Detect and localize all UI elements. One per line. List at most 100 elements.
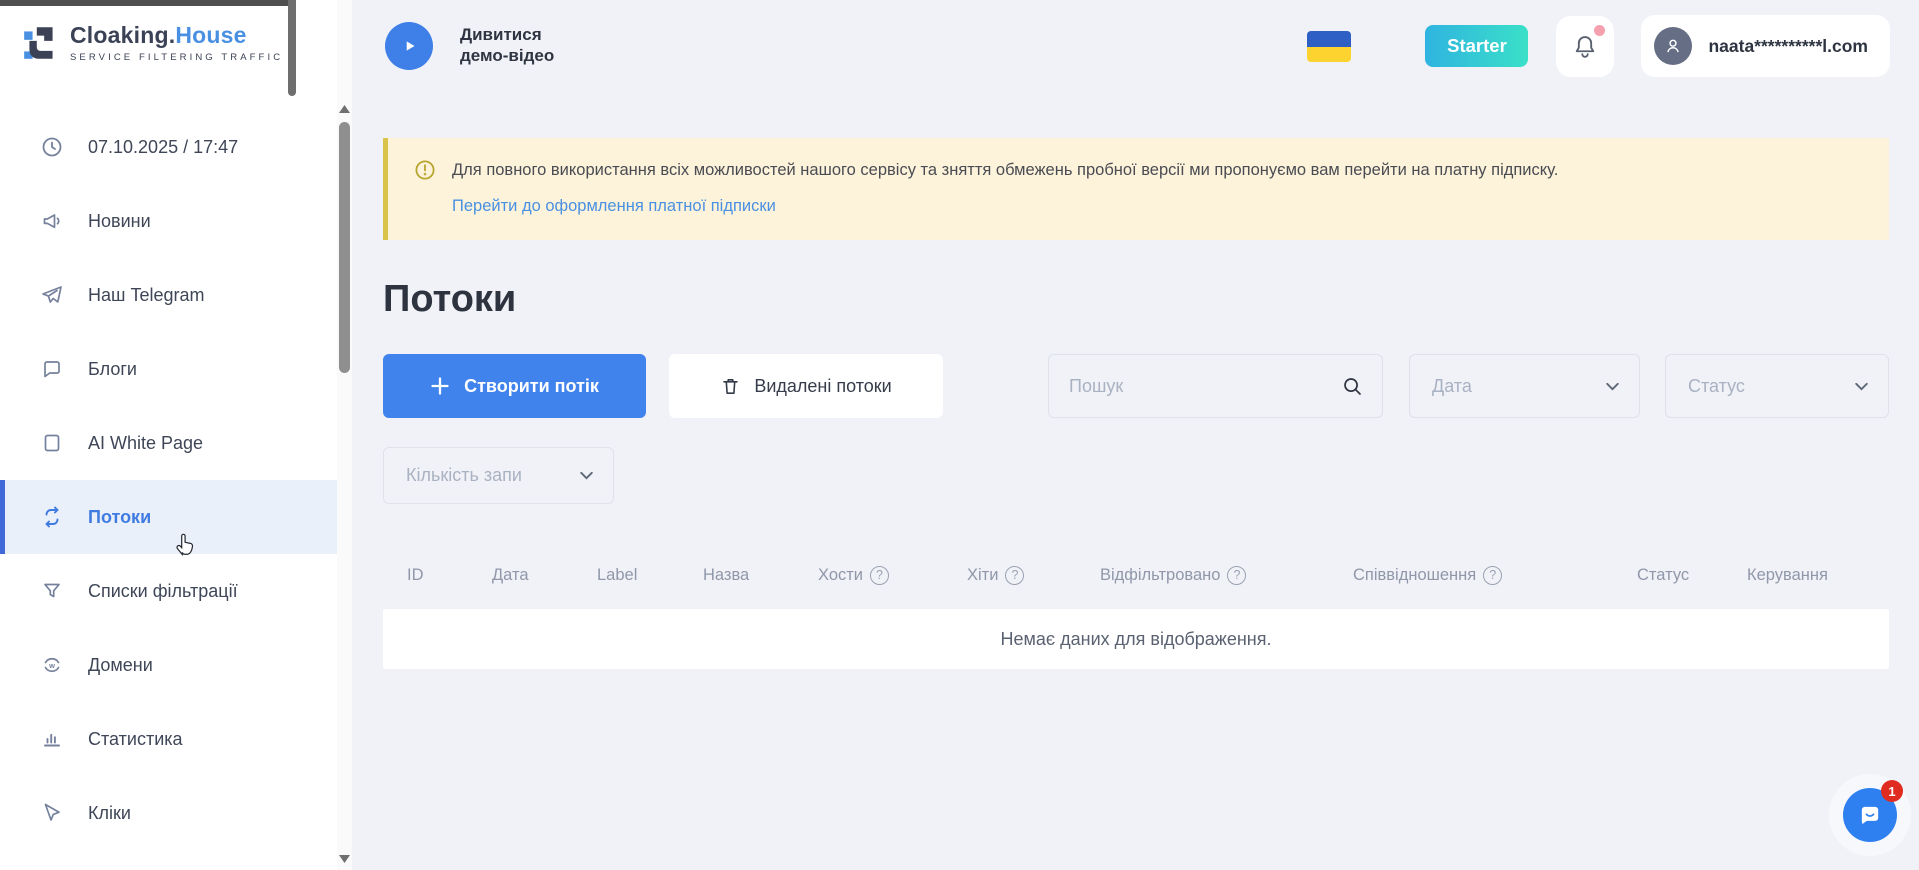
- sidebar-item-label: Статистика: [88, 729, 183, 750]
- sidebar-item-flows[interactable]: Потоки: [0, 480, 337, 554]
- sidebar-item-label: 07.10.2025 / 17:47: [88, 137, 238, 158]
- trash-icon: [720, 376, 741, 397]
- flag-yellow-stripe: [1307, 47, 1351, 62]
- domains-icon: w: [40, 653, 64, 677]
- help-icon[interactable]: ?: [1005, 566, 1024, 585]
- cursor-icon: [40, 801, 64, 825]
- chat-bubble-icon: [40, 357, 64, 381]
- content: Для повного використання всіх можливосте…: [352, 138, 1919, 669]
- empty-state-text: Немає даних для відображення.: [1001, 629, 1272, 650]
- brand-logo-icon: [21, 23, 61, 63]
- brand-tagline: SERVICE FILTERING TRAFFIC: [70, 52, 283, 63]
- scroll-up-arrow-icon[interactable]: [337, 102, 352, 116]
- telegram-icon: [40, 283, 64, 307]
- create-flow-label: Створити потік: [464, 376, 599, 397]
- scroll-down-arrow-icon[interactable]: [337, 852, 352, 866]
- sidebar-item-label: Блоги: [88, 359, 137, 380]
- date-filter-value: Дата: [1432, 376, 1472, 397]
- chevron-down-icon: [1604, 378, 1621, 395]
- per-page-select[interactable]: Кількість запи: [383, 447, 614, 504]
- brand-name: Cloaking.: [70, 22, 175, 48]
- bar-chart-icon: [40, 727, 64, 751]
- person-icon: [1662, 35, 1684, 57]
- sidebar-item-label: Наш Telegram: [88, 285, 204, 306]
- sidebar-item-blogs[interactable]: Блоги: [0, 332, 337, 406]
- help-icon[interactable]: ?: [870, 566, 889, 585]
- sidebar-item-statistics[interactable]: Статистика: [0, 702, 337, 776]
- table-header: ID Дата Label Назва Хости? Хіти? Відфіль…: [383, 554, 1889, 596]
- sidebar-item-telegram[interactable]: Наш Telegram: [0, 258, 337, 332]
- notifications-button[interactable]: [1556, 16, 1614, 77]
- column-header-manage: Керування: [1747, 566, 1889, 585]
- sidebar-item-domains[interactable]: w Домени: [0, 628, 337, 702]
- help-icon[interactable]: ?: [1483, 566, 1502, 585]
- upgrade-subscription-link[interactable]: Перейти до оформлення платної підписки: [452, 197, 776, 216]
- sidebar-item-news[interactable]: Новини: [0, 184, 337, 258]
- deleted-flows-label: Видалені потоки: [754, 376, 891, 397]
- plus-icon: [430, 376, 450, 396]
- search-input[interactable]: [1069, 376, 1341, 397]
- chat-widget-icon: [1856, 801, 1884, 829]
- flag-blue-stripe: [1307, 31, 1351, 47]
- date-filter-select[interactable]: Дата: [1409, 354, 1640, 418]
- trial-warning-banner: Для повного використання всіх можливосте…: [383, 138, 1889, 240]
- plan-badge[interactable]: Starter: [1425, 25, 1528, 67]
- repeat-icon: [40, 505, 64, 529]
- sidebar-item-datetime[interactable]: 07.10.2025 / 17:47: [0, 110, 337, 184]
- mouse-hand-cursor: [172, 528, 199, 557]
- column-header-status: Статус: [1637, 566, 1747, 585]
- search-icon[interactable]: [1341, 375, 1364, 398]
- notification-dot: [1594, 25, 1605, 36]
- toolbar-row2: Кількість запи: [383, 447, 1889, 504]
- column-header-hosts: Хости?: [818, 566, 967, 585]
- status-filter-select[interactable]: Статус: [1665, 354, 1889, 418]
- sidebar-item-label: Кліки: [88, 803, 131, 824]
- sidebar-item-label: Новини: [88, 211, 151, 232]
- user-email: naata**********l.com: [1708, 36, 1868, 57]
- sidebar-item-ai-white-page[interactable]: AI White Page: [0, 406, 337, 480]
- clock-icon: [40, 135, 64, 159]
- sidebar-item-filter-lists[interactable]: Списки фільтрації: [0, 554, 337, 628]
- brand-name-accent: House: [175, 22, 246, 48]
- help-icon[interactable]: ?: [1227, 566, 1246, 585]
- banner-text: Для повного використання всіх можливосте…: [452, 159, 1558, 181]
- topbar: Дивитися демо-відео Starter: [352, 0, 1919, 92]
- avatar: [1654, 27, 1692, 65]
- brand-text: Cloaking.House SERVICE FILTERING TRAFFIC: [70, 22, 283, 63]
- table-empty-state: Немає даних для відображення.: [383, 609, 1889, 669]
- demo-video-label[interactable]: Дивитися демо-відео: [460, 25, 592, 66]
- column-header-id: ID: [407, 566, 492, 585]
- language-flag-ua[interactable]: [1307, 31, 1351, 62]
- sidebar-scrollbar[interactable]: [337, 0, 352, 870]
- create-flow-button[interactable]: Створити потік: [383, 354, 646, 418]
- funnel-icon: [40, 579, 64, 603]
- toolbar: Створити потік Видалені потоки Дата Стат…: [383, 354, 1889, 418]
- chat-unread-badge: 1: [1881, 780, 1903, 802]
- main-area: Дивитися демо-відео Starter: [352, 0, 1919, 870]
- page-title: Потоки: [383, 278, 1889, 321]
- per-page-value: Кількість запи: [406, 465, 522, 486]
- user-menu[interactable]: naata**********l.com: [1641, 15, 1890, 77]
- bell-icon: [1571, 32, 1599, 60]
- column-header-filtered: Відфільтровано?: [1100, 566, 1353, 585]
- column-header-hits: Хіти?: [967, 566, 1100, 585]
- megaphone-icon: [40, 209, 64, 233]
- brand-logo[interactable]: Cloaking.House SERVICE FILTERING TRAFFIC: [21, 22, 283, 63]
- chat-widget-button[interactable]: 1: [1843, 788, 1897, 842]
- sidebar-item-label: AI White Page: [88, 433, 203, 454]
- header-scrollbar-thumb[interactable]: [288, 0, 296, 96]
- column-header-name: Назва: [703, 566, 818, 585]
- sidebar-item-clicks[interactable]: Кліки: [0, 776, 337, 850]
- column-header-date: Дата: [492, 566, 597, 585]
- chevron-down-icon: [578, 467, 595, 484]
- window-top-edge: [0, 0, 296, 6]
- sidebar-item-label: Домени: [88, 655, 153, 676]
- chevron-down-icon: [1853, 378, 1870, 395]
- play-demo-button[interactable]: [385, 22, 433, 70]
- status-filter-value: Статус: [1688, 376, 1745, 397]
- column-header-label: Label: [597, 566, 703, 585]
- search-box: [1048, 354, 1383, 418]
- scrollbar-thumb[interactable]: [339, 122, 350, 373]
- column-header-ratio: Співвідношення?: [1353, 566, 1637, 585]
- deleted-flows-button[interactable]: Видалені потоки: [669, 354, 943, 418]
